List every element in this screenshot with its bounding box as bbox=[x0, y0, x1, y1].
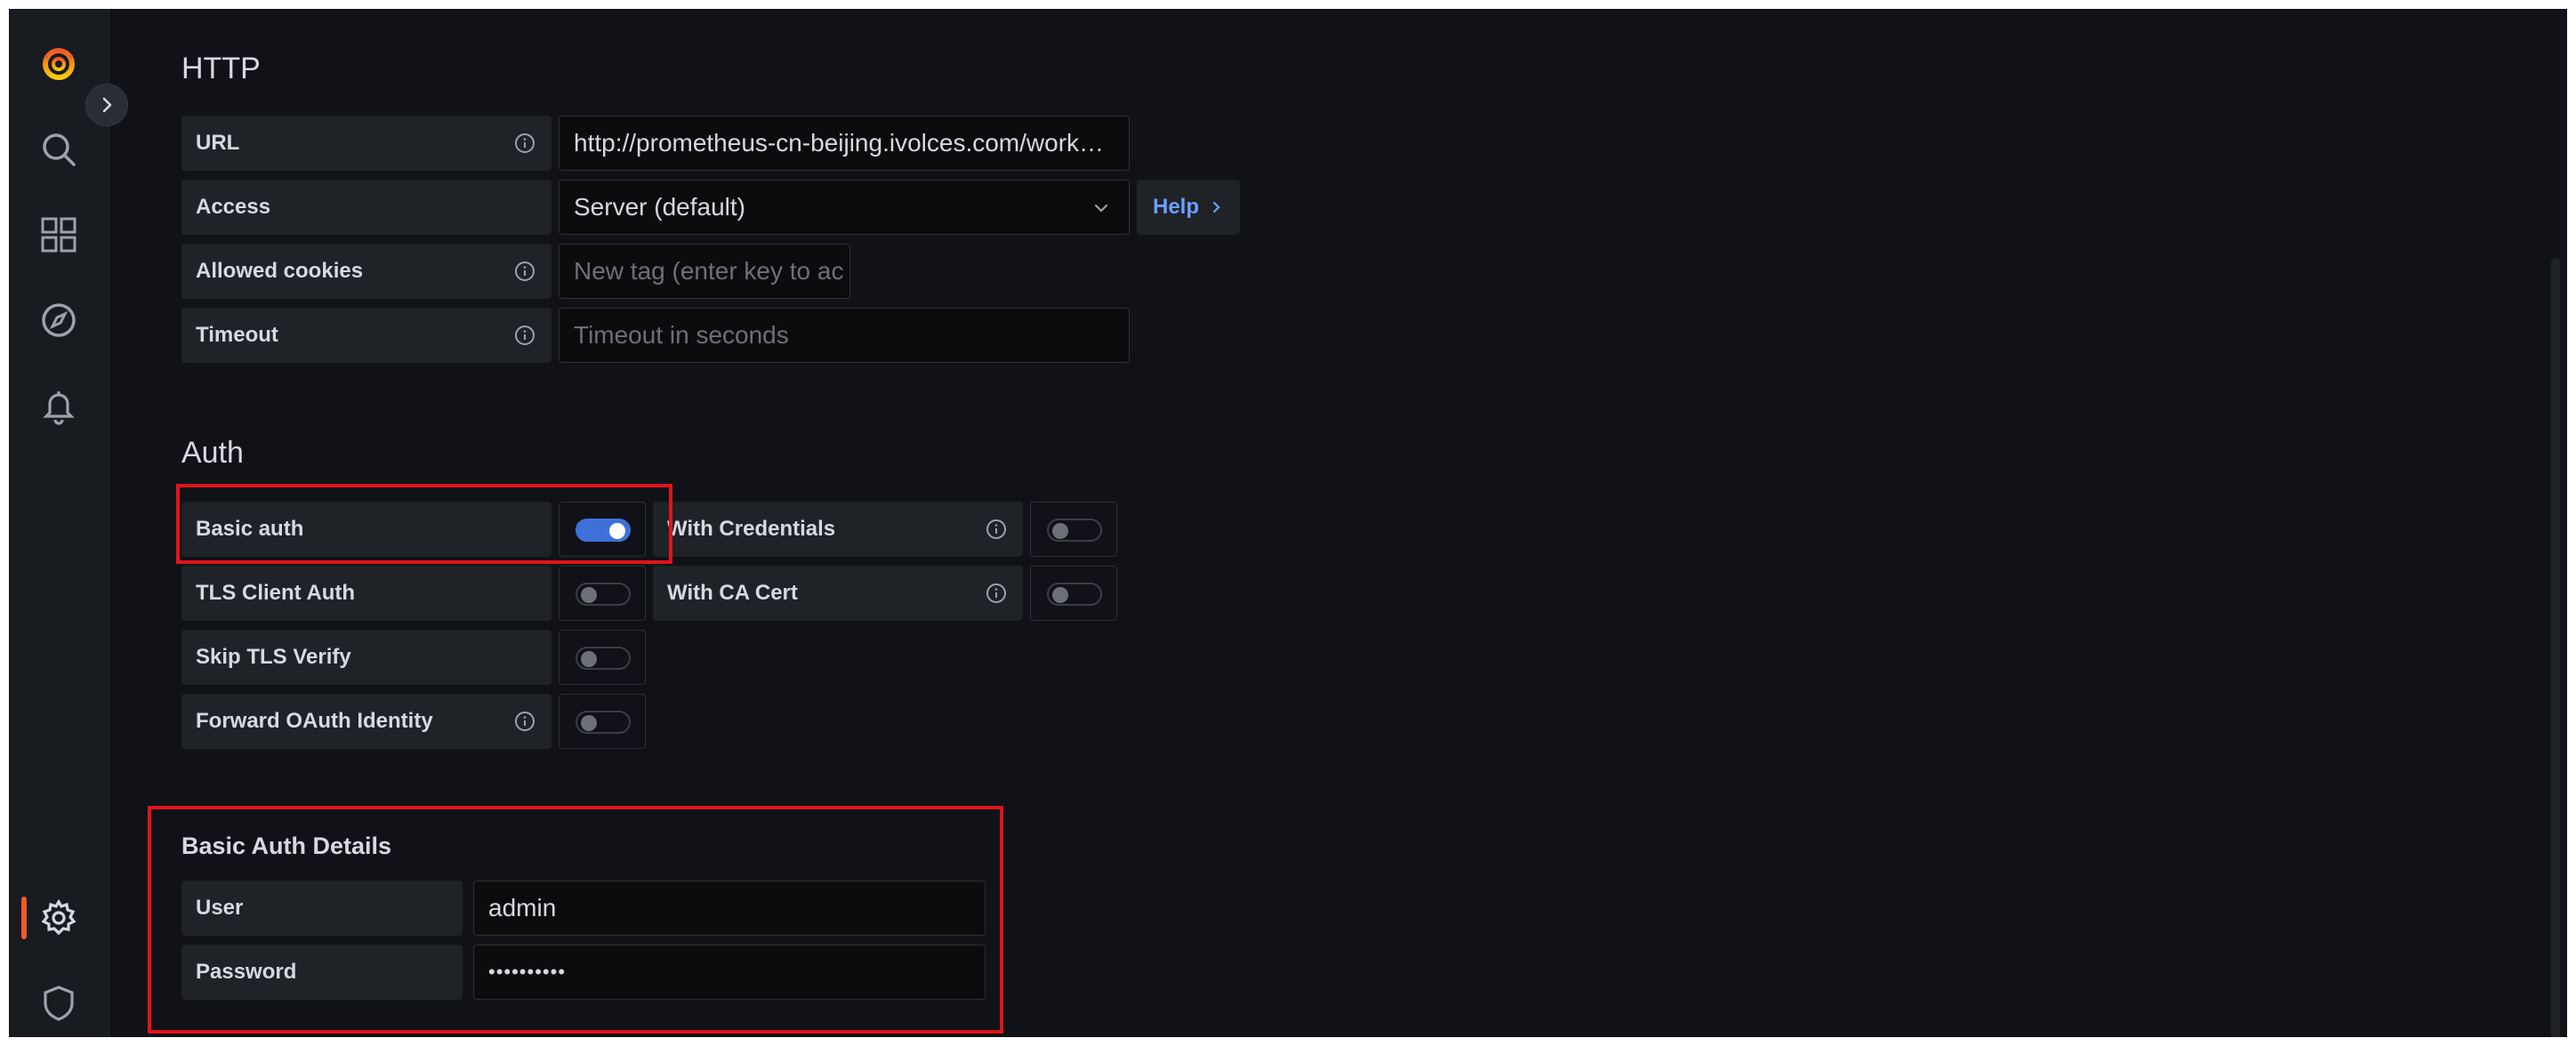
info-icon[interactable] bbox=[986, 519, 1007, 540]
basic-auth-label-text: Basic auth bbox=[196, 517, 304, 541]
with-ca-cert-switch-box bbox=[1030, 566, 1117, 621]
auth-section-title: Auth bbox=[181, 436, 244, 470]
access-label: Access bbox=[181, 180, 551, 235]
grafana-logo-icon[interactable] bbox=[39, 44, 78, 84]
toggle-knob bbox=[1052, 587, 1068, 603]
with-credentials-label: With Credentials bbox=[653, 502, 1023, 557]
access-select[interactable]: Server (default) bbox=[559, 180, 1130, 235]
info-icon[interactable] bbox=[514, 325, 535, 346]
datasource-settings-form: HTTP URL http://prometheus-cn-beijing.iv… bbox=[133, 9, 2535, 1037]
server-admin-shield-icon[interactable] bbox=[39, 984, 78, 1023]
skip-tls-verify-label: Skip TLS Verify bbox=[181, 630, 551, 685]
basic-auth-switch-box bbox=[559, 502, 646, 557]
with-credentials-switch-box bbox=[1030, 502, 1117, 557]
timeout-label-text: Timeout bbox=[196, 323, 278, 347]
expand-sidebar-button[interactable] bbox=[85, 84, 128, 126]
with-credentials-label-text: With Credentials bbox=[667, 517, 836, 541]
password-label: Password bbox=[181, 945, 463, 1000]
user-label-text: User bbox=[196, 896, 244, 920]
tls-client-auth-toggle[interactable] bbox=[576, 583, 631, 606]
access-label-text: Access bbox=[196, 195, 271, 219]
forward-oauth-toggle[interactable] bbox=[576, 711, 631, 734]
tls-client-auth-label: TLS Client Auth bbox=[181, 566, 551, 621]
toggle-knob bbox=[581, 715, 597, 731]
page-scrollbar[interactable] bbox=[2551, 258, 2560, 1037]
access-select-value: Server (default) bbox=[574, 193, 745, 221]
info-icon[interactable] bbox=[514, 133, 535, 154]
user-label: User bbox=[181, 881, 463, 936]
explore-compass-icon[interactable] bbox=[39, 301, 78, 340]
side-navigation bbox=[9, 9, 109, 1037]
basic-auth-toggle[interactable] bbox=[576, 519, 631, 542]
url-label: URL bbox=[181, 116, 551, 171]
toggle-knob bbox=[581, 587, 597, 603]
info-icon[interactable] bbox=[514, 711, 535, 732]
user-input[interactable]: admin bbox=[473, 881, 986, 936]
allowed-cookies-input[interactable]: New tag (enter key to ac bbox=[559, 244, 850, 299]
toggle-knob bbox=[609, 523, 625, 539]
info-icon[interactable] bbox=[986, 583, 1007, 604]
with-ca-cert-label: With CA Cert bbox=[653, 566, 1023, 621]
app-window: HTTP URL http://prometheus-cn-beijing.iv… bbox=[9, 9, 2567, 1037]
url-input[interactable]: http://prometheus-cn-beijing.ivolces.com… bbox=[559, 116, 1130, 171]
search-icon[interactable] bbox=[39, 130, 78, 169]
allowed-cookies-label-text: Allowed cookies bbox=[196, 259, 364, 283]
active-indicator bbox=[21, 897, 27, 939]
configuration-gear-icon[interactable] bbox=[39, 898, 78, 937]
timeout-label: Timeout bbox=[181, 308, 551, 363]
with-credentials-toggle[interactable] bbox=[1047, 519, 1102, 542]
with-ca-cert-toggle[interactable] bbox=[1047, 583, 1102, 606]
chevron-right-icon bbox=[1212, 201, 1220, 213]
with-ca-cert-label-text: With CA Cert bbox=[667, 581, 798, 605]
timeout-input[interactable]: Timeout in seconds bbox=[559, 308, 1130, 363]
password-label-text: Password bbox=[196, 960, 297, 984]
chevron-right-icon bbox=[102, 97, 112, 113]
help-button-label: Help bbox=[1153, 195, 1200, 219]
skip-tls-verify-label-text: Skip TLS Verify bbox=[196, 645, 351, 669]
dashboards-grid-icon[interactable] bbox=[39, 215, 78, 254]
skip-tls-verify-toggle[interactable] bbox=[576, 647, 631, 670]
skip-tls-verify-switch-box bbox=[559, 630, 646, 685]
info-icon[interactable] bbox=[514, 261, 535, 282]
password-input[interactable]: •••••••••• bbox=[473, 945, 986, 1000]
url-label-text: URL bbox=[196, 131, 240, 155]
forward-oauth-label-text: Forward OAuth Identity bbox=[196, 709, 433, 733]
forward-oauth-switch-box bbox=[559, 694, 646, 749]
forward-oauth-label: Forward OAuth Identity bbox=[181, 694, 551, 749]
chevron-down-icon bbox=[1094, 204, 1108, 213]
basic-auth-details-title: Basic Auth Details bbox=[181, 833, 392, 859]
alerting-bell-icon[interactable] bbox=[39, 386, 78, 425]
basic-auth-label: Basic auth bbox=[181, 502, 551, 557]
toggle-knob bbox=[1052, 523, 1068, 539]
tls-client-auth-switch-box bbox=[559, 566, 646, 621]
toggle-knob bbox=[581, 651, 597, 667]
help-button[interactable]: Help bbox=[1137, 180, 1241, 235]
tls-client-auth-label-text: TLS Client Auth bbox=[196, 581, 356, 605]
http-section-title: HTTP bbox=[181, 52, 261, 85]
allowed-cookies-label: Allowed cookies bbox=[181, 244, 551, 299]
